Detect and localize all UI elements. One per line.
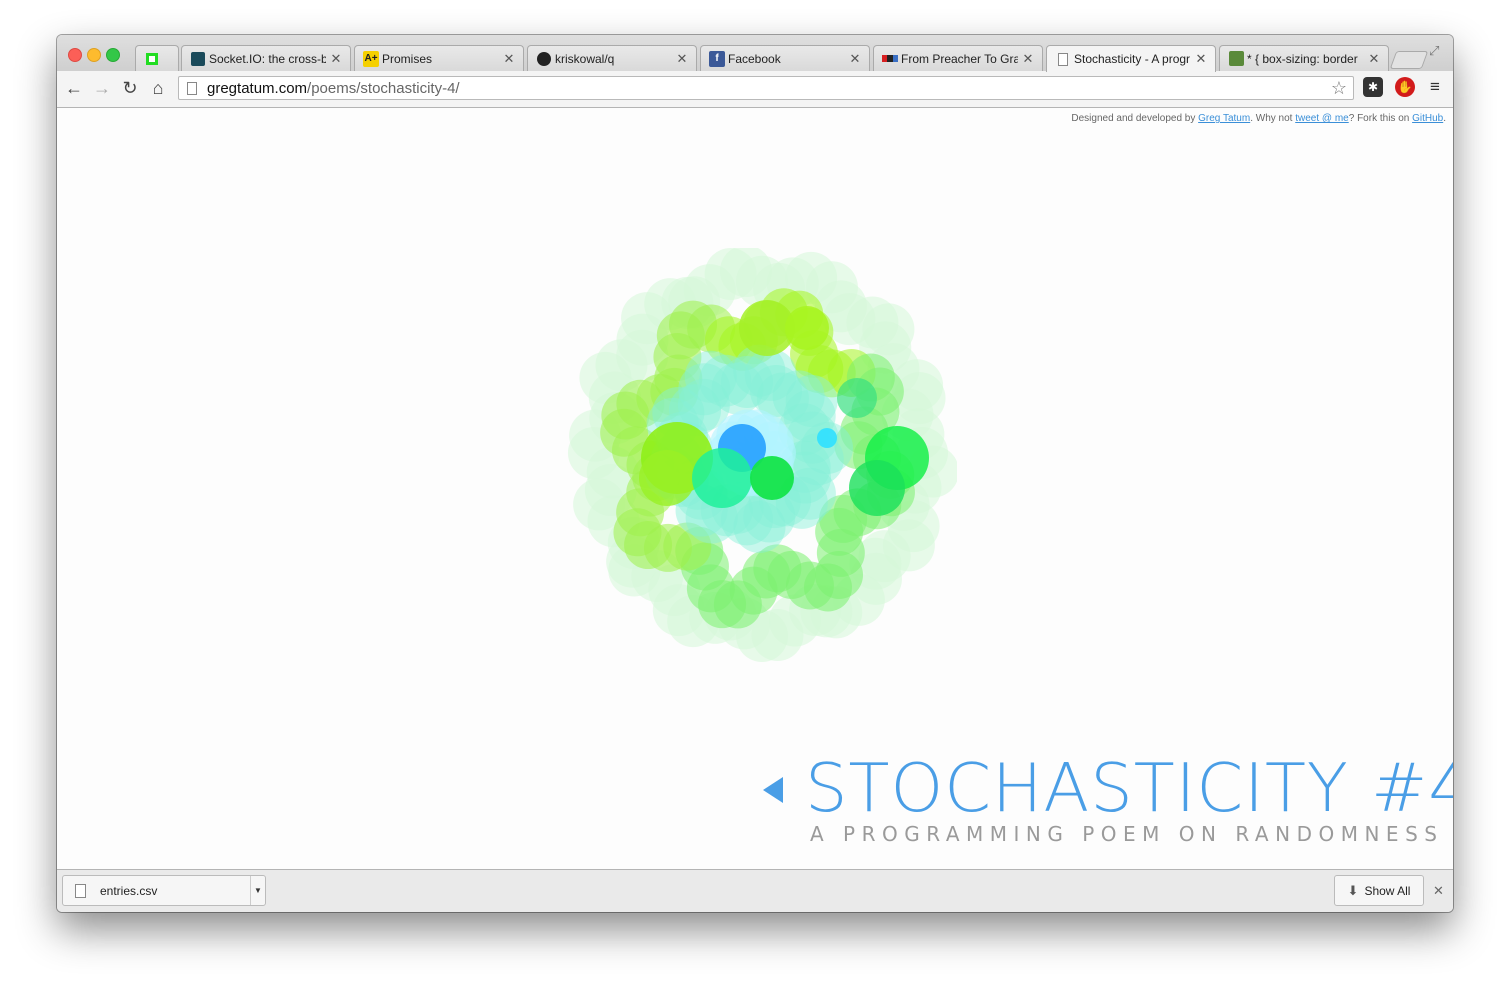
credit-text: Designed and developed by: [1071, 113, 1199, 124]
back-button[interactable]: ←: [63, 77, 85, 99]
browser-window: Socket.IO: the cross-b ✕ A+ Promises ✕ k…: [57, 35, 1453, 912]
close-shelf-icon[interactable]: ✕: [1433, 883, 1444, 899]
page-content: Designed and developed by Greg Tatum. Wh…: [57, 108, 1453, 869]
author-link[interactable]: Greg Tatum: [1198, 113, 1250, 124]
avatar-icon: [1228, 51, 1244, 67]
tab-box-sizing[interactable]: * { box-sizing: border ✕: [1219, 45, 1389, 71]
file-icon: [75, 883, 86, 898]
url-path: /poems/stochasticity-4/: [307, 79, 460, 97]
credit-text: .: [1443, 113, 1446, 124]
socketio-icon: [190, 51, 206, 67]
tweet-link[interactable]: tweet @ me: [1295, 113, 1349, 124]
tab-label: Promises: [382, 51, 433, 66]
close-window-button[interactable]: [68, 48, 82, 62]
address-bar[interactable]: gregtatum.com/poems/stochasticity-4/ ☆: [178, 76, 1354, 100]
tab-facebook[interactable]: f Facebook ✕: [700, 45, 870, 71]
zoom-window-button[interactable]: [106, 48, 120, 62]
reload-button[interactable]: ↻: [119, 77, 141, 99]
tab-label: kriskowal/q: [555, 51, 615, 66]
github-link[interactable]: GitHub: [1412, 113, 1443, 124]
generative-art-canvas[interactable]: [557, 248, 957, 668]
download-menu-caret-icon[interactable]: ▼: [250, 876, 265, 905]
adblock-icon[interactable]: ✋: [1395, 77, 1415, 97]
toolbar: ← → ↻ ⌂ gregtatum.com/poems/stochasticit…: [57, 71, 1453, 108]
extension-icon[interactable]: ✱: [1363, 77, 1383, 97]
github-icon: [536, 51, 552, 67]
poem-title: STOCHASTICITY #4: [805, 749, 1453, 827]
url-host: gregtatum.com: [207, 79, 308, 97]
tab-github[interactable]: kriskowal/q ✕: [527, 45, 697, 71]
page-icon: [1055, 51, 1071, 67]
tab-npr[interactable]: From Preacher To Gras ✕: [873, 45, 1043, 71]
forward-button[interactable]: →: [91, 77, 113, 99]
bookmark-star-icon[interactable]: ☆: [1331, 78, 1347, 99]
fullscreen-icon[interactable]: ⤢: [1429, 43, 1439, 59]
tab-label: Facebook: [728, 51, 781, 66]
close-tab-icon[interactable]: ✕: [330, 51, 342, 67]
credits: Designed and developed by Greg Tatum. Wh…: [1071, 113, 1446, 124]
new-tab-button[interactable]: [1389, 51, 1429, 69]
tab-stochasticity[interactable]: Stochasticity - A progr ✕: [1046, 45, 1216, 72]
green-square-icon: [144, 51, 160, 67]
close-tab-icon[interactable]: ✕: [1195, 51, 1207, 67]
npr-icon: [882, 51, 898, 67]
show-all-downloads-button[interactable]: ⬇ Show All: [1334, 875, 1424, 906]
home-button[interactable]: ⌂: [147, 77, 169, 99]
tab-label: * { box-sizing: border: [1247, 51, 1358, 66]
tab-label: Stochasticity - A progr: [1074, 52, 1191, 66]
downloads-shelf: entries.csv ▼ ⬇ Show All ✕: [57, 869, 1453, 912]
tab-pinned[interactable]: [135, 45, 179, 71]
poem-subtitle: A PROGRAMMING POEM ON RANDOMNESS: [810, 822, 1444, 846]
download-file-name: entries.csv: [100, 883, 158, 898]
tab-label: From Preacher To Gras: [901, 51, 1018, 66]
tab-promises[interactable]: A+ Promises ✕: [354, 45, 524, 71]
previous-arrow-icon[interactable]: [763, 777, 783, 803]
tab-strip: Socket.IO: the cross-b ✕ A+ Promises ✕ k…: [57, 35, 1453, 72]
credit-text: ? Fork this on: [1348, 113, 1413, 124]
page-icon: [187, 81, 197, 95]
close-tab-icon[interactable]: ✕: [1022, 51, 1034, 67]
aplus-icon: A+: [363, 50, 379, 67]
tab-socketio[interactable]: Socket.IO: the cross-b ✕: [181, 45, 351, 71]
close-tab-icon[interactable]: ✕: [503, 51, 515, 67]
close-tab-icon[interactable]: ✕: [676, 51, 688, 67]
close-tab-icon[interactable]: ✕: [849, 51, 861, 67]
download-arrow-icon: ⬇: [1347, 882, 1359, 898]
facebook-icon: f: [709, 50, 725, 67]
close-tab-icon[interactable]: ✕: [1368, 51, 1380, 67]
credit-text: . Why not: [1250, 113, 1296, 124]
tab-label: Socket.IO: the cross-b: [209, 51, 326, 66]
download-item[interactable]: entries.csv ▼: [62, 875, 266, 906]
minimize-window-button[interactable]: [87, 48, 101, 62]
show-all-label: Show All: [1364, 883, 1411, 898]
menu-icon[interactable]: ≡: [1425, 77, 1445, 97]
